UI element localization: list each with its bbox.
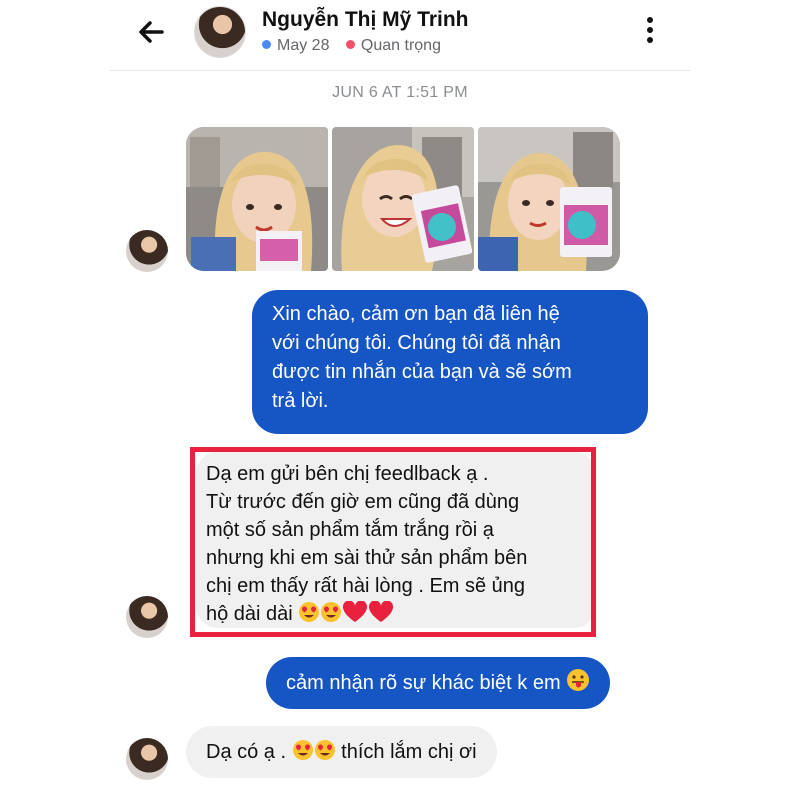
photo-attachment[interactable] [478, 127, 620, 271]
kebab-menu-icon[interactable] [640, 14, 660, 50]
contact-tags: May 28 Quan trọng [262, 37, 453, 55]
conversation-header: Nguyễn Thị Mỹ Trinh May 28 Quan trọng [110, 0, 690, 71]
contact-name[interactable]: Nguyễn Thị Mỹ Trinh [262, 8, 469, 32]
tongue-out-emoji-icon [566, 660, 590, 712]
sender-avatar[interactable] [126, 230, 168, 272]
tag-date-label: May 28 [277, 37, 330, 54]
message-text-after: thích lắm chị ơi [341, 741, 477, 763]
outgoing-message[interactable]: cảm nhận rõ sự khác biệt k em [266, 657, 611, 712]
photo-attachments [186, 127, 620, 271]
message-text: cảm nhận rõ sự khác biệt k em [286, 672, 561, 694]
contact-avatar[interactable] [194, 6, 246, 58]
outgoing-message[interactable]: Xin chào, cảm ơn bạn đã liên hệ với chún… [252, 290, 648, 434]
heart-eyes-emoji-icon [314, 729, 336, 781]
sender-avatar[interactable] [126, 596, 168, 638]
tag-date[interactable]: May 28 [262, 37, 329, 55]
tag-important[interactable]: Quan trọng [345, 37, 441, 55]
sender-avatar[interactable] [126, 738, 168, 780]
highlight-box [190, 447, 596, 637]
message-timestamp: JUN 6 AT 1:51 PM [332, 84, 468, 101]
photo-attachment[interactable] [186, 127, 328, 271]
tag-important-label: Quan trọng [360, 37, 441, 54]
tag-dot-icon [345, 40, 355, 49]
photo-attachment[interactable] [332, 127, 474, 271]
message-text-before: Dạ có ạ . [206, 741, 287, 763]
back-arrow-icon[interactable] [136, 18, 168, 46]
tag-dot-icon [262, 40, 271, 49]
incoming-message[interactable]: Dạ có ạ . thích lắm chị ơi [186, 726, 497, 778]
heart-eyes-emoji-icon [292, 729, 314, 781]
